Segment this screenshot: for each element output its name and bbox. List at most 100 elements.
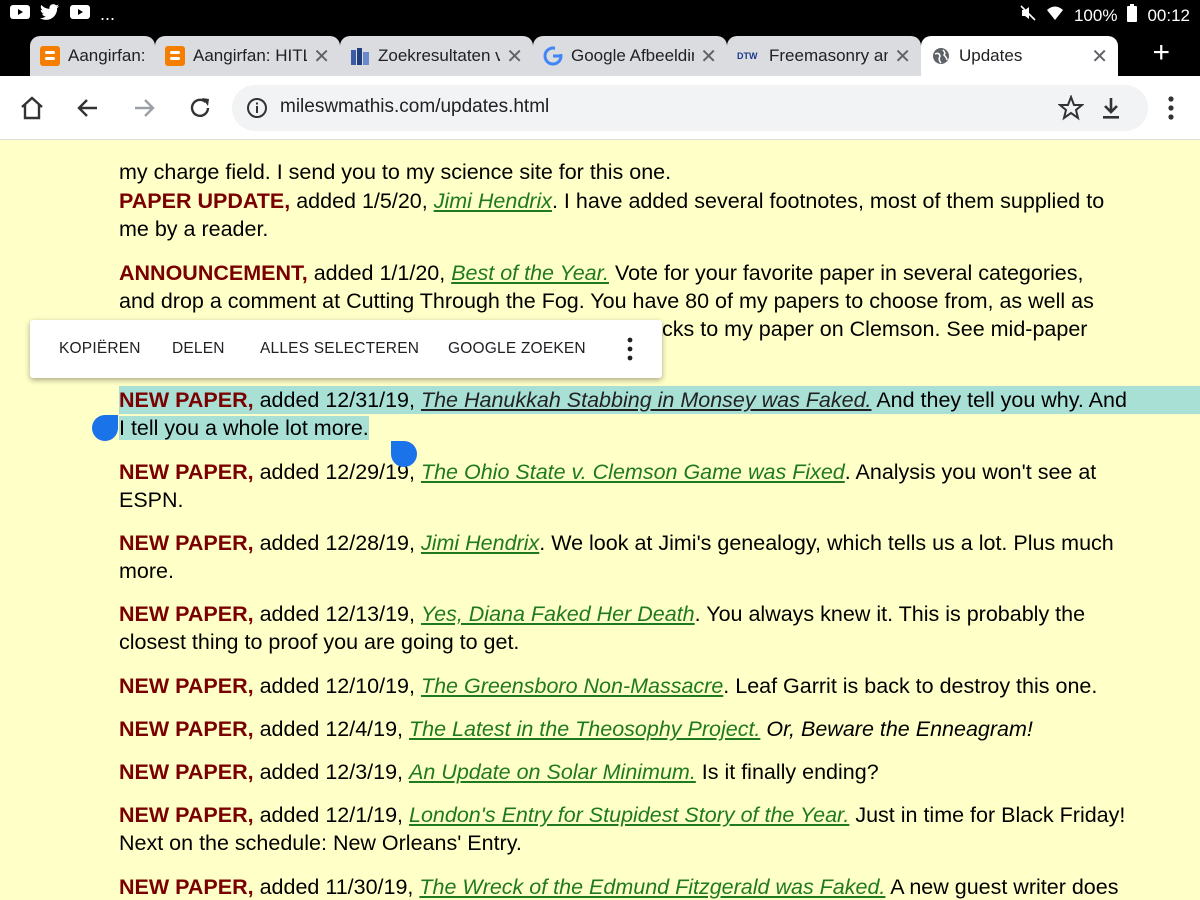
entry-text: . We look at Jimi's genealogy, which tel…	[539, 531, 1114, 555]
entry-text: . I have added several footnotes, most o…	[551, 189, 1105, 213]
list-item: NEW PAPER, added 12/4/19, The Latest in …	[119, 715, 1200, 743]
reload-button[interactable]	[184, 92, 216, 124]
bookmark-star-icon[interactable]	[1057, 94, 1085, 126]
dtw-icon: DTW	[737, 51, 758, 61]
clock: 00:12	[1147, 5, 1190, 25]
entry-tag: NEW PAPER,	[119, 388, 254, 412]
url-text[interactable]: mileswmathis.com/updates.html	[280, 96, 549, 118]
entry-date: added 11/30/19,	[253, 875, 420, 899]
forward-button[interactable]	[128, 92, 160, 124]
entry-text: Just in time for Black Friday!	[849, 803, 1126, 827]
entry-text: Vote for your favorite paper in several …	[608, 261, 1084, 285]
back-button[interactable]	[72, 92, 104, 124]
close-tab-icon[interactable]: ✕	[313, 44, 330, 69]
entry-date: added 12/3/19,	[253, 760, 410, 784]
entry-tag: NEW PAPER,	[119, 602, 254, 626]
forward-arrow-icon	[135, 99, 155, 117]
tab-title: Freemasonry and	[769, 46, 889, 65]
entry-text: I tell you a whole lot more.	[119, 416, 369, 440]
tab-updates[interactable]: Updates ✕	[921, 36, 1118, 76]
selection-end-handle[interactable]	[391, 441, 417, 467]
tab-aangirfan-hitler[interactable]: Aangirfan: HITLER ✕	[155, 36, 340, 76]
battery-level: 100%	[1073, 5, 1118, 25]
paper-link[interactable]: The Latest in the Theosophy Project.	[409, 717, 760, 741]
entry-tag: NEW PAPER,	[119, 760, 254, 784]
list-item: PAPER UPDATE, added 1/5/20, Jimi Hendrix…	[119, 187, 1200, 243]
google-search-menu-item[interactable]: GOOGLE ZOEKEN	[448, 340, 586, 358]
entry-text: . Leaf Garrit is back to destroy this on…	[723, 674, 1098, 698]
paper-link[interactable]: The Greensboro Non-Massacre	[421, 674, 723, 698]
wifi-icon	[1046, 5, 1064, 26]
back-arrow-icon	[77, 99, 97, 117]
paper-link[interactable]: Jimi Hendrix	[434, 189, 552, 213]
entry-date: added 12/10/19,	[253, 674, 421, 698]
entry-tag: NEW PAPER,	[119, 803, 254, 827]
tab-title: Aangirfan:	[68, 46, 145, 65]
entry-date: added 12/28/19,	[253, 531, 421, 555]
select-all-menu-item[interactable]: ALLES SELECTEREN	[260, 340, 419, 358]
status-bar: ... 100% 00:12	[0, 0, 1200, 30]
paper-link[interactable]: The Wreck of the Edmund Fitzgerald was F…	[419, 875, 885, 899]
youtube-icon	[70, 5, 90, 24]
blogger-icon	[165, 46, 185, 66]
text-selection-menu: KOPIËREN DELEN ALLES SELECTEREN GOOGLE Z…	[30, 320, 662, 378]
entry-text: Or, Beware the Enneagram!	[760, 717, 1033, 741]
tab-title: Zoekresultaten v	[378, 46, 501, 65]
close-tab-icon[interactable]: ✕	[506, 44, 523, 69]
paper-link[interactable]: Best of the Year.	[451, 261, 609, 285]
page-content: . my charge field. I send you to my scie…	[0, 140, 1200, 900]
home-button[interactable]	[16, 92, 48, 124]
download-icon[interactable]	[1098, 95, 1124, 126]
list-item: NEW PAPER, added 11/30/19, The Wreck of …	[119, 873, 1200, 900]
blogger-icon	[40, 46, 60, 66]
close-tab-icon[interactable]: ✕	[894, 44, 911, 69]
entry-text: Is it finally ending?	[695, 760, 879, 784]
close-tab-icon[interactable]: ✕	[700, 44, 717, 69]
selection-start-handle[interactable]	[92, 415, 118, 441]
tab-freemasonry[interactable]: DTW Freemasonry and ✕	[727, 36, 921, 76]
paper-link[interactable]: London's Entry for Stupidest Story of th…	[409, 803, 849, 827]
share-menu-item[interactable]: DELEN	[172, 340, 225, 358]
books-icon	[350, 46, 370, 66]
tab-aangirfan-1[interactable]: Aangirfan:	[30, 36, 155, 76]
entry-text: And they tell you why. And	[871, 388, 1127, 412]
more-vert-icon	[1168, 96, 1174, 120]
entry-tag: PAPER UPDATE,	[119, 189, 291, 213]
entry-date: added 12/4/19,	[253, 717, 410, 741]
entry-date: added 12/13/19,	[253, 602, 421, 626]
entry-tag: NEW PAPER,	[119, 674, 254, 698]
entry-text: . You always knew it. This is probably t…	[694, 602, 1086, 626]
list-item-selected: NEW PAPER, added 12/31/19, The Hanukkah …	[119, 386, 1200, 442]
google-icon	[543, 46, 563, 66]
list-item: NEW PAPER, added 12/29/19, The Ohio Stat…	[119, 458, 1200, 514]
paper-link[interactable]: The Hanukkah Stabbing in Monsey was Fake…	[421, 388, 872, 412]
new-tab-button[interactable]: +	[1152, 38, 1170, 68]
home-icon	[21, 96, 43, 120]
entry-tag: NEW PAPER,	[119, 531, 254, 555]
tab-zoekresultaten[interactable]: Zoekresultaten v ✕	[340, 36, 533, 76]
youtube-icon	[10, 5, 30, 24]
twitter-icon	[40, 4, 60, 25]
tab-title: Aangirfan: HITLER	[193, 46, 307, 65]
menu-button[interactable]	[1155, 92, 1187, 124]
paper-link[interactable]: An Update on Solar Minimum.	[409, 760, 696, 784]
paper-link[interactable]: The Ohio State v. Clemson Game was Fixed	[421, 460, 845, 484]
battery-icon	[1127, 4, 1138, 27]
browser-toolbar: mileswmathis.com/updates.html	[0, 76, 1200, 140]
address-bar[interactable]: mileswmathis.com/updates.html	[232, 85, 1148, 131]
entry-date: added 1/1/20,	[307, 261, 452, 285]
info-icon[interactable]	[246, 97, 268, 119]
reload-icon	[190, 98, 210, 117]
entry-date: added 12/1/19,	[253, 803, 410, 827]
more-options-icon[interactable]	[618, 334, 642, 364]
paper-link[interactable]: Jimi Hendrix	[421, 531, 539, 555]
tab-title: Google Afbeeldin	[571, 46, 695, 65]
tab-google-afbeeldingen[interactable]: Google Afbeeldin ✕	[533, 36, 727, 76]
entry-text: Next on the schedule: New Orleans' Entry…	[119, 831, 522, 855]
tab-strip: Aangirfan: Aangirfan: HITLER ✕ Zoekresul…	[0, 30, 1200, 76]
list-item: NEW PAPER, added 12/1/19, London's Entry…	[119, 801, 1200, 857]
close-tab-icon[interactable]: ✕	[1091, 44, 1108, 69]
paper-link[interactable]: Yes, Diana Faked Her Death	[421, 602, 695, 626]
tab-title: Updates	[959, 46, 1023, 65]
copy-menu-item[interactable]: KOPIËREN	[59, 340, 141, 358]
